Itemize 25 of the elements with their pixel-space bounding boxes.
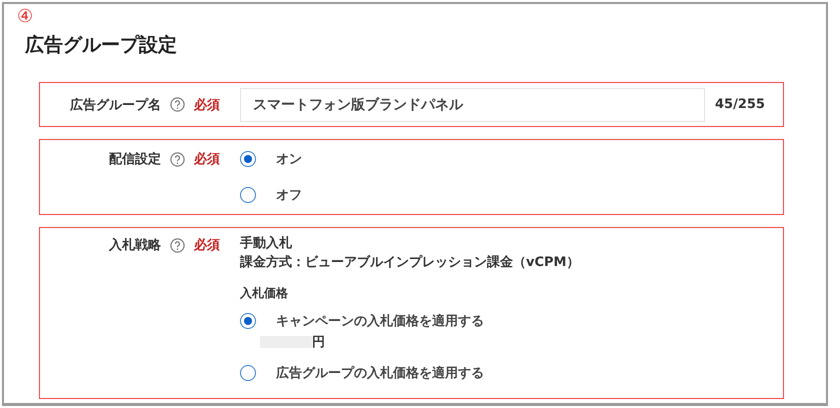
- name-input[interactable]: スマートフォン版ブランドパネル: [240, 88, 705, 122]
- section-title: 広告グループ設定: [25, 33, 177, 58]
- help-icon[interactable]: [170, 97, 185, 112]
- price-unit: 円: [312, 334, 325, 351]
- field-label: 入札戦略: [108, 236, 161, 254]
- required-label: 必須: [194, 150, 220, 168]
- option-label: オフ: [276, 187, 302, 204]
- required-label: 必須: [194, 236, 220, 254]
- subheading: 入札価格: [240, 285, 289, 302]
- help-icon[interactable]: [170, 238, 185, 252]
- radio-button[interactable]: [240, 187, 256, 203]
- field-label: 配信設定: [108, 150, 161, 168]
- help-icon[interactable]: [170, 152, 185, 166]
- radio-button[interactable]: [240, 313, 256, 329]
- radio-button[interactable]: [240, 365, 256, 381]
- radio-button[interactable]: [240, 151, 256, 167]
- character-count: 45/255: [715, 97, 765, 112]
- info-text: 課金方式：ビューアブルインプレッション課金（vCPM）: [240, 254, 580, 272]
- option-label: 広告グループの入札価格を適用する: [276, 364, 484, 382]
- info-text: 手動入札: [240, 234, 293, 253]
- option-label: オン: [276, 151, 302, 168]
- option-label: キャンペーンの入札価格を適用する: [276, 312, 484, 330]
- required-label: 必須: [194, 96, 220, 114]
- field-label: 広告グループ名: [68, 96, 161, 114]
- step-number: ④: [17, 6, 34, 28]
